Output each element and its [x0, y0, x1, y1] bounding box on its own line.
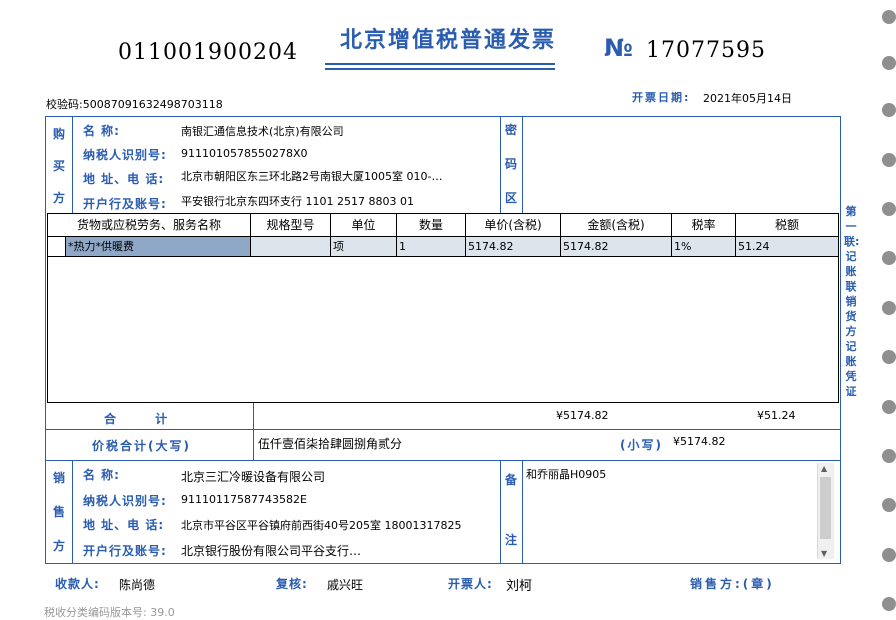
col-header-price: 单价(含税) [466, 214, 561, 236]
table-cell-rate[interactable]: 1% [672, 237, 736, 257]
remarks-scrollbar[interactable]: ▲ ▼ [817, 463, 834, 559]
invoice-number: 17077595 [646, 38, 766, 63]
sum-amount: ¥5174.82 [556, 409, 609, 422]
buyer-addr: 北京市朝阳区东三环北路2号南银大厦1005室 010-… [181, 170, 443, 183]
check-code: 校验码:50087091632498703118 [46, 96, 223, 112]
col-header-name: 货物或应税劳务、服务名称 [48, 214, 251, 236]
seller-divider [45, 460, 841, 461]
scroll-thumb[interactable] [820, 477, 831, 539]
seller-side-2: 售 [52, 505, 65, 519]
binding-hole-icon [882, 153, 896, 167]
title-underline [325, 63, 555, 65]
col-header-amount: 金额(含税) [561, 214, 672, 236]
total-words: 伍仟壹佰柒拾肆圆捌角贰分 [258, 437, 403, 451]
seller-bank: 北京银行股份有限公司平谷支行… [181, 544, 362, 558]
binding-hole-icon [882, 400, 896, 414]
seller-bank-label: 开户行及账号: [83, 544, 167, 558]
buyer-bank-label: 开户行及账号: [83, 197, 167, 211]
binding-hole-icon [882, 103, 896, 117]
invoice-code: 011001900204 [118, 40, 298, 65]
seller-stamp-label: 销售方:(章) [690, 577, 775, 591]
table-cell-price[interactable]: 5174.82 [466, 237, 561, 257]
buyer-bank: 平安银行北京东四环支行 1101 2517 8803 01 [181, 195, 414, 208]
buyer-side-3: 方 [52, 191, 65, 205]
items-table: 货物或应税劳务、服务名称 规格型号 单位 数量 单价(含税) 金额(含税) 税率… [47, 213, 839, 403]
seller-taxid-label: 纳税人识别号: [83, 494, 167, 508]
binding-hole-icon [882, 202, 896, 216]
version-text: 税收分类编码版本号: 39.0 [44, 606, 175, 619]
copy-label: 第一联:记账联 销货方记账凭证 [844, 205, 860, 398]
table-cell-name[interactable]: *热力*供暖费 [66, 237, 251, 257]
cipher-side-3: 区 [504, 191, 517, 205]
binding-hole-icon [882, 597, 896, 611]
seller-addr-label: 地 址、电 话: [83, 518, 165, 532]
scroll-up-icon[interactable]: ▲ [821, 464, 827, 473]
binding-hole-icon [882, 301, 896, 315]
totals-col-divider [253, 403, 254, 460]
binding-hole-icon [882, 56, 896, 70]
reviewer-label: 复核: [276, 577, 308, 591]
table-cell-qty[interactable]: 1 [397, 237, 466, 257]
seller-side-divider [72, 460, 73, 564]
binding-hole-icon [882, 548, 896, 562]
drawer-label: 开票人: [448, 577, 493, 591]
table-cell-unit[interactable]: 项 [331, 237, 397, 257]
binding-hole-icon [882, 10, 896, 24]
binding-hole-icon [882, 350, 896, 364]
buyer-taxid: 9111010578550278X0 [181, 147, 308, 160]
invoice-title: 北京增值税普通发票 [340, 27, 557, 53]
table-cell-spec[interactable] [251, 237, 331, 257]
buyer-name: 南银汇通信息技术(北京)有限公司 [181, 125, 344, 138]
col-header-qty: 数量 [397, 214, 466, 236]
cipher-side-2: 码 [504, 157, 517, 171]
remarks-side-1: 备 [504, 473, 517, 487]
total-words-label: 价税合计(大写) [92, 439, 191, 453]
sum-label: 合 计 [104, 412, 170, 426]
number-mark: № [604, 34, 633, 62]
drawer-value: 刘柯 [506, 579, 533, 594]
buyer-addr-label: 地 址、电 话: [83, 172, 165, 186]
check-code-value: 50087091632498703118 [82, 98, 223, 111]
seller-addr: 北京市平谷区平谷镇府前西街40号205室 18001317825 [181, 519, 462, 532]
buyer-divider [72, 116, 73, 213]
remarks-text: 和乔丽晶H0905 [526, 468, 607, 481]
col-header-tax: 税额 [774, 218, 799, 232]
seller-name: 北京三汇冷暖设备有限公司 [181, 470, 326, 484]
seller-name-label: 名 称: [83, 468, 120, 482]
remarks-side-2: 注 [504, 533, 517, 547]
seller-taxid: 91110117587743582E [181, 493, 307, 506]
check-code-label: 校验码: [46, 98, 83, 111]
binding-hole-icon [882, 449, 896, 463]
title-underline-2 [325, 68, 555, 70]
scroll-down-icon[interactable]: ▼ [821, 549, 827, 558]
totals-divider [45, 429, 841, 430]
total-small-label: (小写) [620, 438, 663, 452]
buyer-side-2: 买 [52, 159, 65, 173]
buyer-taxid-label: 纳税人识别号: [83, 148, 167, 162]
issue-date-label: 开票日期: [632, 91, 691, 104]
payee-value: 陈尚德 [119, 578, 156, 592]
sum-tax: ¥51.24 [757, 409, 796, 422]
seller-side-1: 销 [52, 471, 65, 485]
binding-hole-icon [882, 498, 896, 512]
table-cell-amount[interactable]: 5174.82 [561, 237, 672, 257]
buyer-name-label: 名 称: [83, 124, 120, 138]
payee-label: 收款人: [55, 577, 100, 591]
col-header-spec: 规格型号 [251, 214, 331, 236]
remarks-divider-right [522, 460, 523, 564]
buyer-side-1: 购 [52, 127, 65, 141]
seller-side-3: 方 [52, 539, 65, 553]
table-cell-tax[interactable]: 51.24 [736, 237, 838, 257]
cipher-divider-right [522, 116, 523, 213]
binding-hole-icon [882, 251, 896, 265]
col-header-unit: 单位 [331, 214, 397, 236]
row-indicator [48, 237, 66, 257]
reviewer-value: 戚兴旺 [327, 578, 364, 592]
cipher-side-1: 密 [504, 123, 517, 137]
issue-date-value: 2021年05月14日 [703, 92, 792, 105]
col-header-rate: 税率 [672, 214, 736, 236]
total-small: ¥5174.82 [673, 435, 726, 448]
